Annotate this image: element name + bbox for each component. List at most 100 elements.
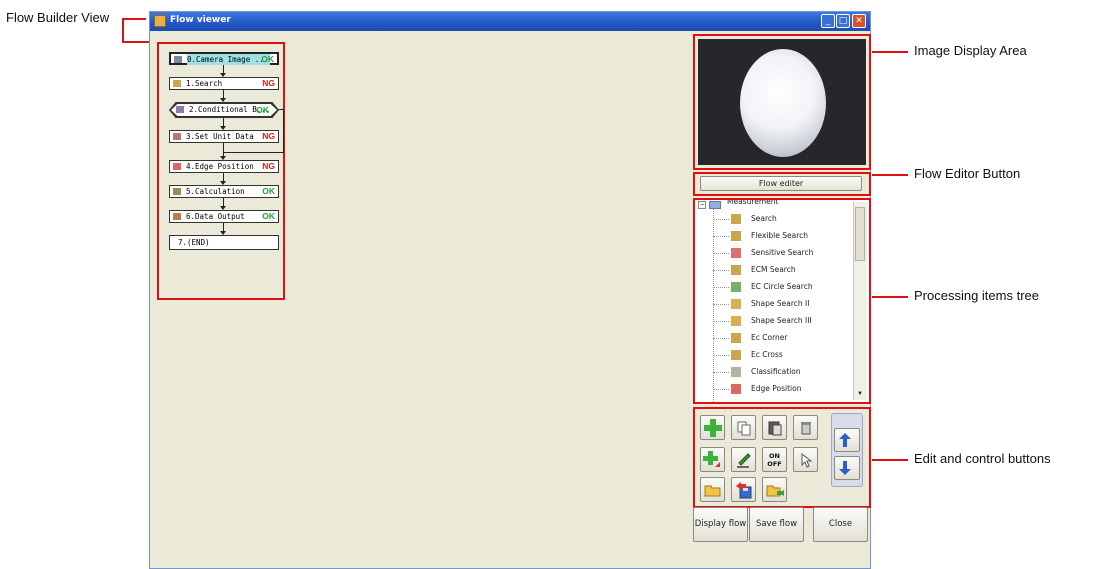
load-button[interactable] (762, 477, 787, 502)
tree-item-label: Shape Search III (751, 316, 812, 325)
flow-item-label: 4.Edge Position (186, 162, 254, 171)
close-window-button[interactable]: ✕ (852, 14, 866, 28)
scroll-down-arrow-icon[interactable]: ▼ (855, 389, 865, 399)
tree-item-label: Shape Search II (751, 299, 810, 308)
flow-item-status: OK (261, 54, 274, 64)
shape-search-icon (731, 316, 741, 326)
tree-guide (713, 372, 729, 373)
add-item-button[interactable] (700, 415, 725, 440)
delete-button[interactable] (793, 415, 818, 440)
tree-item-label: Ec Cross (751, 350, 783, 359)
unit-data-icon (173, 133, 181, 140)
tree-expander[interactable]: − (698, 201, 706, 209)
tree-guide (713, 236, 729, 237)
camera-image[interactable] (698, 39, 866, 165)
branch-connector (223, 143, 284, 153)
tree-guide (713, 389, 729, 390)
search-item-icon (173, 80, 181, 87)
ec-corner-icon (731, 333, 741, 343)
flow-item[interactable]: 4.Edge Position NG (169, 160, 279, 173)
flow-arrow (220, 118, 226, 130)
copy-button[interactable] (731, 415, 756, 440)
callout-flow-builder-view: Flow Builder View (6, 10, 110, 25)
flow-arrow (220, 198, 226, 210)
flow-arrow (220, 223, 226, 235)
data-output-icon (173, 213, 181, 220)
flow-arrow (220, 152, 226, 160)
flow-item[interactable]: 0.Camera Image ... OK (169, 52, 279, 65)
tree-guide (713, 321, 729, 322)
flow-arrow (220, 65, 226, 77)
title-bar[interactable]: Flow viewer _ □ ✕ (150, 12, 870, 31)
flow-item[interactable]: 6.Data Output OK (169, 210, 279, 223)
flow-item-status: NG (262, 161, 275, 171)
insert-item-button[interactable] (700, 447, 725, 472)
paste-button[interactable] (762, 415, 787, 440)
flow-item-status: NG (262, 131, 275, 141)
off-label: OFF (767, 459, 782, 468)
paste-icon (768, 421, 781, 435)
processing-items-tree: − Measurement Search Flexible Search Sen… (693, 198, 871, 404)
minimize-button[interactable]: _ (821, 14, 835, 28)
save-item-button[interactable] (731, 477, 756, 502)
callout-processing-items-tree: Processing items tree (914, 288, 1039, 303)
maximize-button[interactable]: □ (836, 14, 850, 28)
edit-item-button[interactable] (731, 447, 756, 472)
on-off-toggle-button[interactable]: ON OFF (762, 447, 787, 472)
window-title: Flow viewer (170, 15, 231, 25)
select-button[interactable] (793, 447, 818, 472)
shape-search-icon (731, 299, 741, 309)
edge-position-icon (731, 384, 741, 394)
tree-guide (713, 304, 729, 305)
flow-item-status: OK (262, 186, 275, 196)
on-label: ON (769, 451, 780, 460)
tree-item-label: Ec Corner (751, 333, 788, 342)
arrow-up-icon (839, 433, 851, 447)
tree-guide (713, 287, 729, 288)
open-button[interactable] (700, 477, 725, 502)
tree-item-label: ECM Search (751, 265, 796, 274)
classification-icon (731, 367, 741, 377)
save-disk-icon (735, 481, 751, 498)
measured-object (740, 49, 826, 157)
tree-guide (713, 253, 729, 254)
flow-item-conditional-branch[interactable]: 2.Conditional B... OK (169, 102, 279, 118)
flow-item-end[interactable]: 7.(END) (169, 235, 279, 250)
flow-viewer-window: Flow viewer _ □ ✕ 0.Camera Image ... OK … (149, 11, 871, 569)
callout-edit-and-control-buttons: Edit and control buttons (914, 451, 1051, 466)
flow-item[interactable]: 3.Set Unit Data NG (169, 130, 279, 143)
tree-scrollbar[interactable]: ▼ (853, 202, 867, 400)
tree-root-label[interactable]: Measurement (727, 200, 779, 206)
callout-line (122, 18, 146, 20)
tree-item-label: Sensitive Search (751, 248, 814, 257)
save-flow-button[interactable]: Save flow (749, 507, 804, 542)
trash-icon (800, 421, 811, 434)
close-button[interactable]: Close (813, 507, 868, 542)
arrow-down-icon (839, 461, 851, 475)
display-flow-button[interactable]: Display flow (693, 507, 748, 542)
tree-item-label: EC Circle Search (751, 282, 813, 291)
flow-item[interactable]: 1.Search NG (169, 77, 279, 90)
tree-item-label: Classification (751, 367, 801, 376)
callout-line (872, 459, 908, 461)
tree-guide (713, 355, 729, 356)
edit-control-buttons: ON OFF (693, 407, 871, 508)
tree-item-label: Edge Position (751, 384, 802, 393)
copy-icon (737, 421, 750, 435)
flexible-search-icon (731, 231, 741, 241)
callout-flow-editor-button: Flow Editor Button (914, 166, 1021, 181)
callout-line (872, 51, 908, 53)
move-down-button[interactable] (834, 456, 860, 480)
flow-editor-button[interactable]: Flow editer (700, 176, 862, 191)
flow-item-status: OK (256, 105, 269, 115)
flow-item-label: 3.Set Unit Data (186, 132, 254, 141)
cursor-icon (801, 452, 812, 468)
move-up-button[interactable] (834, 428, 860, 452)
flow-item[interactable]: 5.Calculation OK (169, 185, 279, 198)
pencil-icon (736, 452, 751, 468)
flow-builder-view: 0.Camera Image ... OK 1.Search NG 2.Cond… (157, 42, 285, 300)
tree-item-label: Flexible Search (751, 231, 809, 240)
flow-arrow (220, 173, 226, 185)
scrollbar-thumb[interactable] (855, 207, 865, 261)
tree-item-label: Search (751, 214, 777, 223)
